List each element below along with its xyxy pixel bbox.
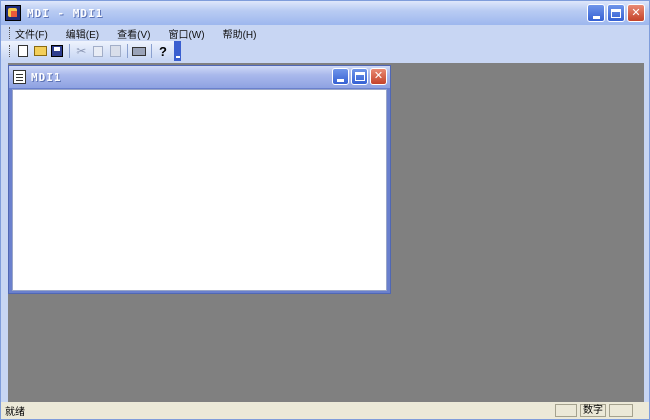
mdi-client-area[interactable]: MDI1 ✕	[8, 63, 644, 402]
print-button[interactable]	[131, 42, 148, 60]
menu-file[interactable]: 文件(F)	[15, 26, 48, 41]
copy-button[interactable]	[90, 42, 107, 60]
paste-icon	[109, 45, 121, 57]
child-maximize-button[interactable]	[351, 68, 368, 85]
toolbar-overflow-chevron[interactable]	[173, 41, 182, 61]
save-button[interactable]	[49, 42, 66, 60]
maximize-icon	[611, 8, 621, 18]
status-text: 就绪	[5, 407, 25, 418]
menu-window[interactable]: 窗口(W)	[168, 26, 204, 41]
new-button[interactable]	[15, 42, 32, 60]
new-icon	[18, 45, 29, 57]
print-icon	[132, 46, 147, 56]
window-title: MDI - MDI1	[27, 6, 104, 20]
caption-buttons: ✕	[587, 4, 645, 22]
close-button[interactable]: ✕	[627, 4, 645, 22]
open-icon	[33, 46, 47, 56]
cut-icon: ✂	[76, 44, 87, 58]
menu-grip[interactable]	[9, 27, 11, 39]
menu-view[interactable]: 查看(V)	[117, 26, 150, 41]
child-title-bar[interactable]: MDI1 ✕	[9, 66, 390, 88]
status-pane-num: 数字	[580, 404, 606, 417]
status-pane-3	[609, 404, 633, 417]
cut-button[interactable]: ✂	[73, 42, 90, 60]
menu-edit[interactable]: 编辑(E)	[66, 26, 99, 41]
child-window-title: MDI1	[31, 70, 62, 84]
toolbar-separator	[68, 44, 70, 58]
child-document-area[interactable]	[12, 89, 387, 291]
mdi-child-window: MDI1 ✕	[8, 65, 391, 294]
document-icon[interactable]	[13, 70, 26, 84]
help-icon: ?	[159, 43, 167, 59]
app-icon[interactable]	[5, 5, 21, 21]
minimize-button[interactable]	[587, 4, 605, 22]
close-icon: ✕	[373, 70, 384, 82]
maximize-icon	[354, 72, 365, 81]
toolbar-grip[interactable]	[9, 45, 11, 57]
close-icon: ✕	[631, 6, 641, 19]
help-button[interactable]: ?	[155, 42, 172, 60]
child-close-button[interactable]: ✕	[370, 68, 387, 85]
open-button[interactable]	[32, 42, 49, 60]
minimize-icon	[337, 79, 344, 82]
toolbar-separator	[150, 44, 152, 58]
minimize-icon	[592, 15, 600, 19]
toolbar-separator	[126, 44, 128, 58]
menu-help[interactable]: 帮助(H)	[223, 26, 257, 41]
maximize-button[interactable]	[607, 4, 625, 22]
title-bar[interactable]: MDI - MDI1 ✕	[1, 1, 649, 25]
menu-bar: 文件(F) 编辑(E) 查看(V) 窗口(W) 帮助(H)	[1, 25, 649, 41]
status-pane-1	[555, 404, 577, 417]
child-minimize-button[interactable]	[332, 68, 349, 85]
status-bar: 就绪 数字	[1, 402, 649, 419]
paste-button[interactable]	[107, 42, 124, 60]
toolbar: ✂ ?	[1, 41, 182, 61]
main-window: MDI - MDI1 ✕ 文件(F) 编辑(E) 查看(V) 窗口(W) 帮助(…	[0, 0, 650, 420]
copy-icon	[93, 45, 104, 57]
save-icon	[51, 45, 64, 57]
child-caption-buttons: ✕	[332, 68, 387, 85]
